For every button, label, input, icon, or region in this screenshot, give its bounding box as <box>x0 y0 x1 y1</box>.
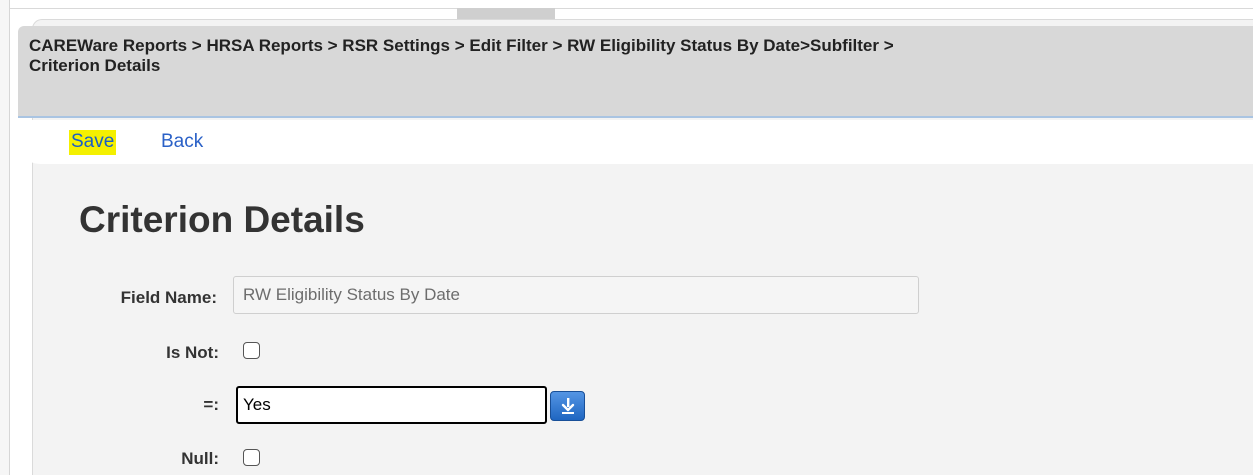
criterion-details-page: CAREWare Reports > HRSA Reports > RSR Se… <box>0 0 1253 475</box>
back-button[interactable]: Back <box>161 131 203 153</box>
field-name-input[interactable] <box>233 276 919 314</box>
is-not-checkbox[interactable] <box>243 342 260 359</box>
null-checkbox[interactable] <box>243 449 260 466</box>
download-arrow-icon <box>561 398 575 414</box>
top-divider <box>10 8 1253 9</box>
equals-value-input[interactable] <box>236 386 547 424</box>
equals-label: =: <box>203 395 219 414</box>
page-title: Criterion Details <box>79 199 365 240</box>
breadcrumb-line-2: Criterion Details <box>29 56 161 75</box>
null-label: Null: <box>181 449 219 468</box>
is-not-label: Is Not: <box>166 343 219 362</box>
breadcrumb-line-1: CAREWare Reports > HRSA Reports > RSR Se… <box>29 36 894 55</box>
equals-dropdown-button[interactable] <box>550 391 585 421</box>
action-toolbar: Save Back <box>18 120 1253 164</box>
left-rail <box>0 0 10 475</box>
breadcrumb: CAREWare Reports > HRSA Reports > RSR Se… <box>18 26 1253 118</box>
field-name-label: Field Name: <box>120 288 217 307</box>
save-button[interactable]: Save <box>69 130 117 155</box>
